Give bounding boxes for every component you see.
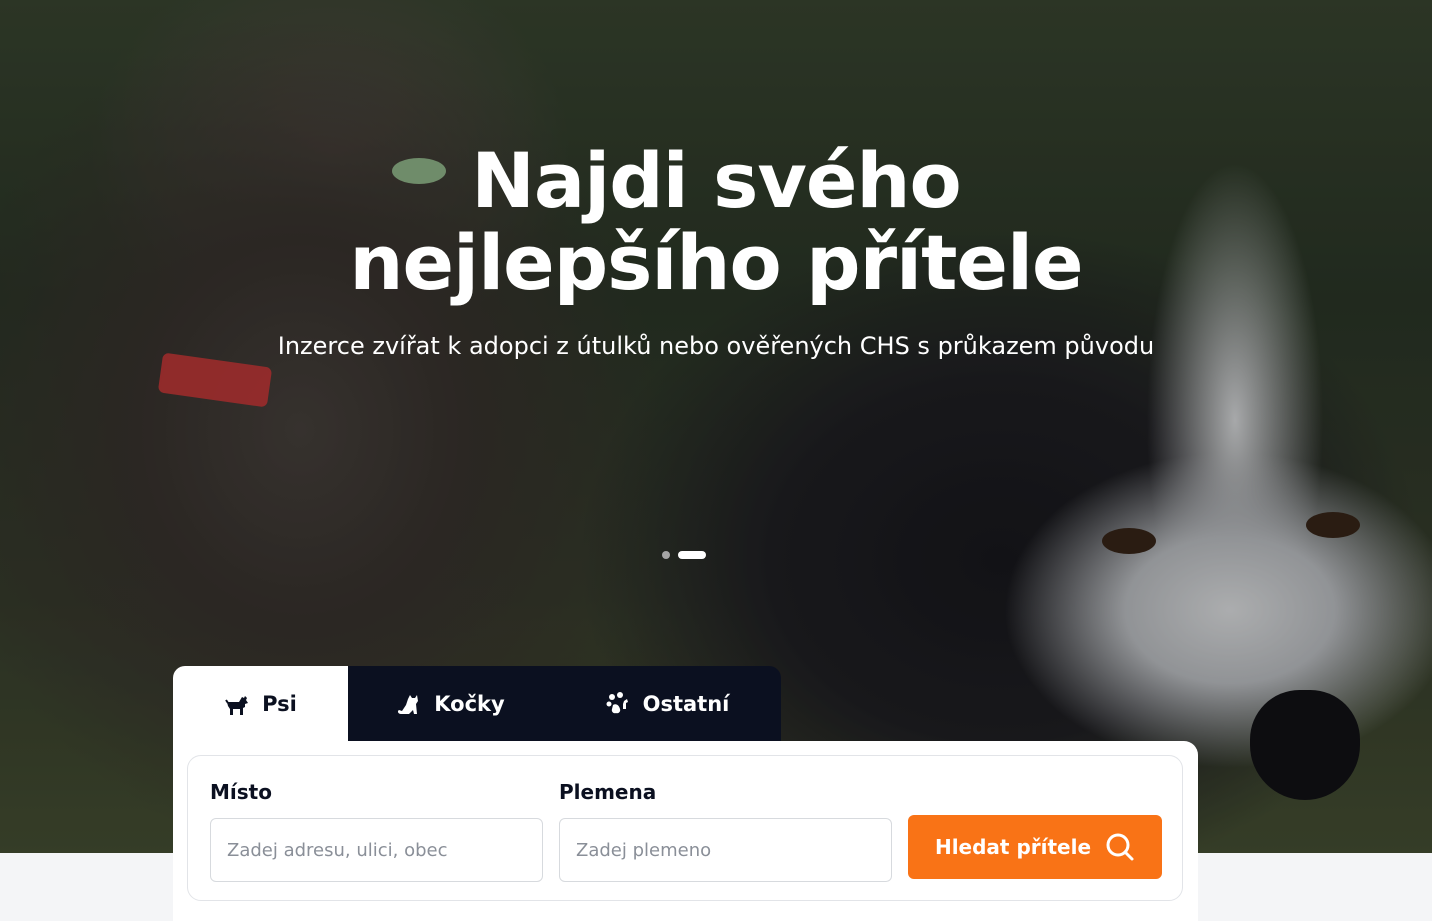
paw-animals-icon	[606, 691, 628, 713]
hero-subtitle: Inzerce zvířat k adopci z útulků nebo ov…	[277, 332, 1155, 360]
tab-dogs[interactable]: Psi	[173, 666, 348, 741]
place-label: Místo	[210, 780, 272, 804]
slider-dots	[662, 551, 706, 559]
search-panel: Místo Plemena Hledat přítele	[173, 741, 1198, 921]
search-icon	[1106, 833, 1134, 861]
tab-others-label: Ostatní	[642, 691, 730, 716]
dog-nose-decoration	[1250, 690, 1360, 800]
place-field-group: Místo	[210, 780, 543, 882]
breed-field-group: Plemena	[559, 780, 892, 882]
slider-dot-active[interactable]	[678, 551, 706, 559]
breed-input[interactable]	[559, 818, 892, 882]
dog-eye-decoration	[1102, 528, 1156, 554]
hero-title-line-1: Najdi svého	[471, 136, 962, 225]
tab-dogs-label: Psi	[262, 691, 297, 716]
search-form: Místo Plemena Hledat přítele	[187, 755, 1183, 901]
tab-others[interactable]: Ostatní	[553, 666, 781, 741]
dog-icon	[225, 695, 249, 715]
slider-dot[interactable]	[662, 551, 670, 559]
place-input[interactable]	[210, 818, 543, 882]
tab-cats[interactable]: Kočky	[348, 666, 553, 741]
animal-type-tabs: Psi Kočky Ostatní	[173, 666, 781, 741]
cat-icon	[398, 694, 419, 714]
hero-title-line-2: nejlepšího přítele	[349, 218, 1083, 307]
breed-label: Plemena	[559, 780, 657, 804]
dog-eye-decoration	[1306, 512, 1360, 538]
search-button[interactable]: Hledat přítele	[908, 815, 1162, 879]
hero-title: Najdi svého nejlepšího přítele	[0, 140, 1432, 304]
search-button-label: Hledat přítele	[934, 835, 1092, 859]
tab-cats-label: Kočky	[434, 691, 505, 716]
